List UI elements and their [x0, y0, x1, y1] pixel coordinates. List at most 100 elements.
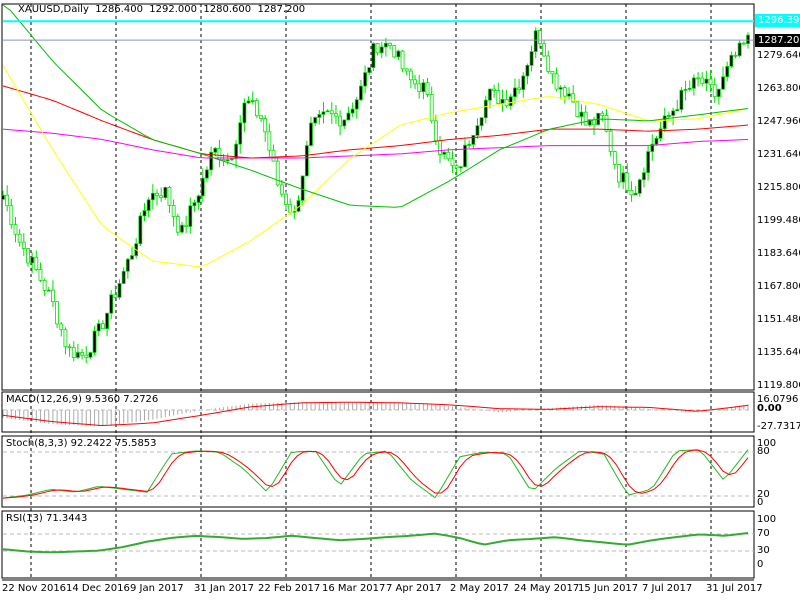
candle [88, 352, 93, 358]
candle [34, 256, 39, 270]
candle [433, 120, 438, 142]
candle [313, 117, 318, 124]
candle [159, 195, 164, 199]
price-axis-label: 1119.800 [757, 380, 800, 391]
stoch-axis-80: 80 [757, 446, 770, 457]
candle [604, 115, 609, 132]
ma-green-line [2, 4, 749, 208]
open-value: 1286.400 [95, 4, 143, 15]
candle [238, 122, 243, 145]
candle [612, 151, 617, 165]
macd-axis-bottom: -27.7317 [757, 421, 800, 432]
candle [113, 294, 118, 298]
price-axis-label: 1151.480 [757, 314, 800, 325]
candle [712, 84, 717, 98]
candle [230, 158, 234, 161]
candle [59, 323, 64, 331]
close-value: 1287.200 [257, 4, 306, 15]
candle [167, 187, 172, 206]
hline-price-tag: 1296.395 [755, 14, 800, 27]
macd-signal-line [2, 401, 749, 427]
candle [392, 45, 397, 58]
candle [733, 54, 738, 57]
candle [117, 283, 122, 298]
candle [346, 112, 351, 121]
candle [109, 294, 114, 314]
price-axis-label: 1279.640 [757, 50, 800, 61]
candle [550, 70, 555, 75]
candle [675, 109, 680, 112]
candle [450, 158, 455, 167]
candle [721, 76, 725, 90]
candle [175, 216, 180, 233]
candle [9, 205, 14, 226]
candle [38, 269, 43, 281]
candle [17, 233, 22, 243]
candle [200, 177, 205, 197]
candle [408, 70, 413, 81]
candle [621, 172, 626, 183]
candle [155, 192, 159, 197]
candle [483, 99, 488, 119]
candle [458, 166, 463, 169]
candle [1, 194, 5, 200]
candle [213, 147, 218, 153]
price-axis-label: 1135.640 [757, 347, 800, 358]
candle [325, 110, 330, 113]
macd-label: MACD(12,26,9) 9.5360 7.2726 [6, 394, 159, 405]
candle [63, 329, 68, 348]
candle [329, 110, 334, 115]
candle [554, 73, 559, 90]
candle [138, 215, 143, 245]
candle [388, 42, 392, 47]
candle [171, 205, 176, 218]
date-axis-label: 15 Jun 2017 [578, 583, 639, 594]
candle [500, 99, 505, 104]
candle [741, 42, 746, 45]
date-axis-label: 7 Apr 2017 [386, 583, 442, 594]
candle [662, 115, 667, 130]
candle [188, 205, 193, 227]
candle [354, 99, 359, 110]
candle [525, 64, 530, 77]
date-axis-label: 22 Feb 2017 [258, 583, 321, 594]
candle [671, 110, 675, 116]
date-axis-label: 22 Nov 2016 [2, 583, 67, 594]
candle [404, 68, 409, 72]
price-axis-label: 1183.640 [757, 248, 800, 259]
candle [350, 108, 355, 114]
candle [608, 130, 613, 152]
header-label: XAUUSD,Daily 1286.400 1292.000 1280.600 … [18, 4, 305, 15]
candle [371, 43, 376, 68]
candle [637, 179, 642, 194]
candle [309, 122, 313, 146]
date-axis-label: 2 May 2017 [450, 583, 509, 594]
candle [71, 347, 76, 358]
candle [454, 165, 459, 169]
candle [317, 114, 322, 118]
candle [513, 87, 517, 98]
candle [100, 323, 105, 330]
candle [562, 87, 567, 97]
candle [558, 87, 563, 90]
candle [691, 77, 696, 89]
date-axis-label: 24 May 2017 [514, 583, 580, 594]
candle [242, 102, 247, 124]
candle [488, 88, 492, 101]
candle [708, 78, 713, 86]
candle [546, 55, 551, 72]
candle [338, 115, 343, 127]
candle [633, 192, 638, 196]
candle [51, 289, 55, 303]
candle [375, 43, 380, 54]
low-value: 1280.600 [203, 4, 252, 15]
candle [442, 151, 447, 155]
candle [142, 210, 147, 217]
candle [304, 145, 309, 177]
candle [471, 135, 476, 145]
candle [192, 202, 197, 207]
candle [746, 34, 750, 45]
candle [400, 50, 405, 70]
date-axis-label: 31 Jan 2017 [194, 583, 254, 594]
candle [225, 159, 230, 162]
